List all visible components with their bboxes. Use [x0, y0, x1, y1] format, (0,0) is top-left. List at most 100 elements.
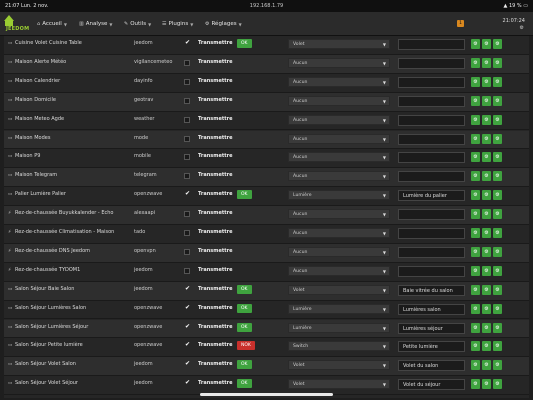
options-button[interactable]: ⚙ [493, 265, 502, 276]
advanced-config-button[interactable]: ⚙ [482, 133, 491, 144]
config-button[interactable]: ⚙ [471, 57, 480, 68]
homekit-name-input[interactable]: Volet du séjour [398, 379, 465, 391]
type-select[interactable]: Aucun ▼ [288, 246, 390, 257]
options-button[interactable]: ⚙ [493, 246, 502, 257]
advanced-config-button[interactable]: ⚙ [482, 303, 491, 314]
homekit-name-input[interactable]: Lumières salon [398, 303, 465, 315]
options-button[interactable]: ⚙ [493, 133, 502, 144]
options-button[interactable]: ⚙ [493, 95, 502, 106]
transmit-checkbox[interactable] [184, 267, 190, 274]
transmit-checkbox[interactable]: ✔ [184, 323, 191, 330]
options-button[interactable]: ⚙ [493, 379, 502, 390]
advanced-config-button[interactable]: ⚙ [482, 171, 491, 182]
menu-plugins[interactable]: ☰ Plugins ▼ [162, 21, 193, 27]
menu-accueil[interactable]: ⌂ Accueil ▼ [37, 21, 67, 27]
type-select[interactable]: Aucun ▼ [288, 152, 390, 163]
homekit-name-input[interactable]: Baie vitrée du salon [398, 284, 465, 296]
homekit-name-input[interactable] [398, 246, 465, 258]
homekit-name-input[interactable] [398, 171, 465, 183]
config-button[interactable]: ⚙ [471, 171, 480, 182]
config-button[interactable]: ⚙ [471, 152, 480, 163]
options-button[interactable]: ⚙ [493, 284, 502, 295]
equipment-name[interactable]: ▭ Salon Séjour Baie Salon [8, 286, 74, 292]
equipment-name[interactable]: ⚡ Rez-de-chaussée Buyukkalender - Echo [8, 210, 113, 216]
equipment-name[interactable]: ▭ Maison Meteo Agde [8, 116, 64, 122]
options-button[interactable]: ⚙ [493, 171, 502, 182]
type-select[interactable]: Aucun ▼ [288, 76, 390, 87]
config-button[interactable]: ⚙ [471, 360, 480, 371]
advanced-config-button[interactable]: ⚙ [482, 57, 491, 68]
transmit-checkbox[interactable] [184, 173, 190, 180]
advanced-config-button[interactable]: ⚙ [482, 190, 491, 201]
homekit-name-input[interactable]: Lumières séjour [398, 322, 465, 334]
user-gear-icon[interactable]: ⚙ [520, 25, 524, 31]
advanced-config-button[interactable]: ⚙ [482, 95, 491, 106]
options-button[interactable]: ⚙ [493, 76, 502, 87]
homekit-name-input[interactable]: Volet du salon [398, 360, 465, 372]
homekit-name-input[interactable] [398, 152, 465, 164]
transmit-checkbox[interactable] [184, 211, 190, 218]
homekit-name-input[interactable] [398, 228, 465, 239]
config-button[interactable]: ⚙ [471, 228, 480, 238]
config-button[interactable]: ⚙ [471, 39, 480, 49]
type-select[interactable]: Aucun ▼ [288, 265, 390, 276]
config-button[interactable]: ⚙ [471, 95, 480, 106]
type-select[interactable]: Aucun ▼ [288, 57, 390, 68]
options-button[interactable]: ⚙ [493, 228, 502, 238]
homekit-name-input[interactable] [398, 114, 465, 126]
type-select[interactable]: Aucun ▼ [288, 209, 390, 220]
homekit-name-input[interactable]: Lumière du palier [398, 190, 465, 202]
config-button[interactable]: ⚙ [471, 265, 480, 276]
options-button[interactable]: ⚙ [493, 190, 502, 201]
transmit-checkbox[interactable] [184, 116, 190, 123]
type-select[interactable]: Volet ▼ [288, 39, 390, 49]
options-button[interactable]: ⚙ [493, 57, 502, 68]
equipment-name[interactable]: ▭ Cuisine Volet Cuisine Table [8, 40, 82, 46]
menu-analyse[interactable]: ▥ Analyse ▼ [79, 21, 112, 27]
jeedom-logo[interactable]: JEEDOM [2, 15, 29, 33]
homekit-name-input[interactable] [398, 57, 465, 69]
type-select[interactable]: Aucun ▼ [288, 171, 390, 182]
advanced-config-button[interactable]: ⚙ [482, 265, 491, 276]
type-select[interactable]: Aucun ▼ [288, 95, 390, 106]
homekit-name-input[interactable]: Petite lumière [398, 341, 465, 353]
advanced-config-button[interactable]: ⚙ [482, 209, 491, 220]
homekit-name-input[interactable] [398, 265, 465, 277]
transmit-checkbox[interactable] [184, 230, 190, 236]
transmit-checkbox[interactable] [184, 248, 190, 255]
options-button[interactable]: ⚙ [493, 341, 502, 352]
config-button[interactable]: ⚙ [471, 209, 480, 220]
transmit-checkbox[interactable]: ✔ [184, 304, 191, 311]
homekit-name-input[interactable] [398, 76, 465, 88]
equipment-name[interactable]: ▭ Salon Séjour Lumières Salon [8, 305, 86, 311]
transmit-checkbox[interactable]: ✔ [184, 190, 191, 197]
equipment-name[interactable]: ⚡ Rez-de-chaussée TYDOM1 [8, 267, 80, 273]
type-select[interactable]: Switch ▼ [288, 341, 390, 352]
transmit-checkbox[interactable] [184, 78, 190, 85]
config-button[interactable]: ⚙ [471, 303, 480, 314]
type-select[interactable]: Volet ▼ [288, 284, 390, 295]
type-select[interactable]: Lumière ▼ [288, 303, 390, 314]
transmit-checkbox[interactable]: ✔ [184, 285, 191, 292]
config-button[interactable]: ⚙ [471, 341, 480, 352]
transmit-checkbox[interactable]: ✔ [184, 341, 191, 348]
advanced-config-button[interactable]: ⚙ [482, 379, 491, 390]
type-select[interactable]: Volet ▼ [288, 360, 390, 371]
advanced-config-button[interactable]: ⚙ [482, 322, 491, 333]
config-button[interactable]: ⚙ [471, 114, 480, 125]
equipment-name[interactable]: ▭ Maison Telegram [8, 172, 57, 178]
advanced-config-button[interactable]: ⚙ [482, 360, 491, 371]
options-button[interactable]: ⚙ [493, 360, 502, 371]
type-select[interactable]: Lumière ▼ [288, 322, 390, 333]
equipment-name[interactable]: ▭ Salon Séjour Lumières Séjour [8, 324, 88, 330]
transmit-checkbox[interactable]: ✔ [184, 360, 191, 367]
equipment-name[interactable]: ▭ Palier Lumière Palier [8, 191, 66, 197]
advanced-config-button[interactable]: ⚙ [482, 341, 491, 352]
type-select[interactable]: Aucun ▼ [288, 228, 390, 238]
equipment-name[interactable]: ⚡ Rez-de-chaussée Climatisation - Maison [8, 229, 114, 235]
transmit-checkbox[interactable] [184, 135, 190, 142]
options-button[interactable]: ⚙ [493, 39, 502, 49]
options-button[interactable]: ⚙ [493, 152, 502, 163]
homekit-name-input[interactable] [398, 95, 465, 107]
home-indicator[interactable] [200, 393, 333, 396]
